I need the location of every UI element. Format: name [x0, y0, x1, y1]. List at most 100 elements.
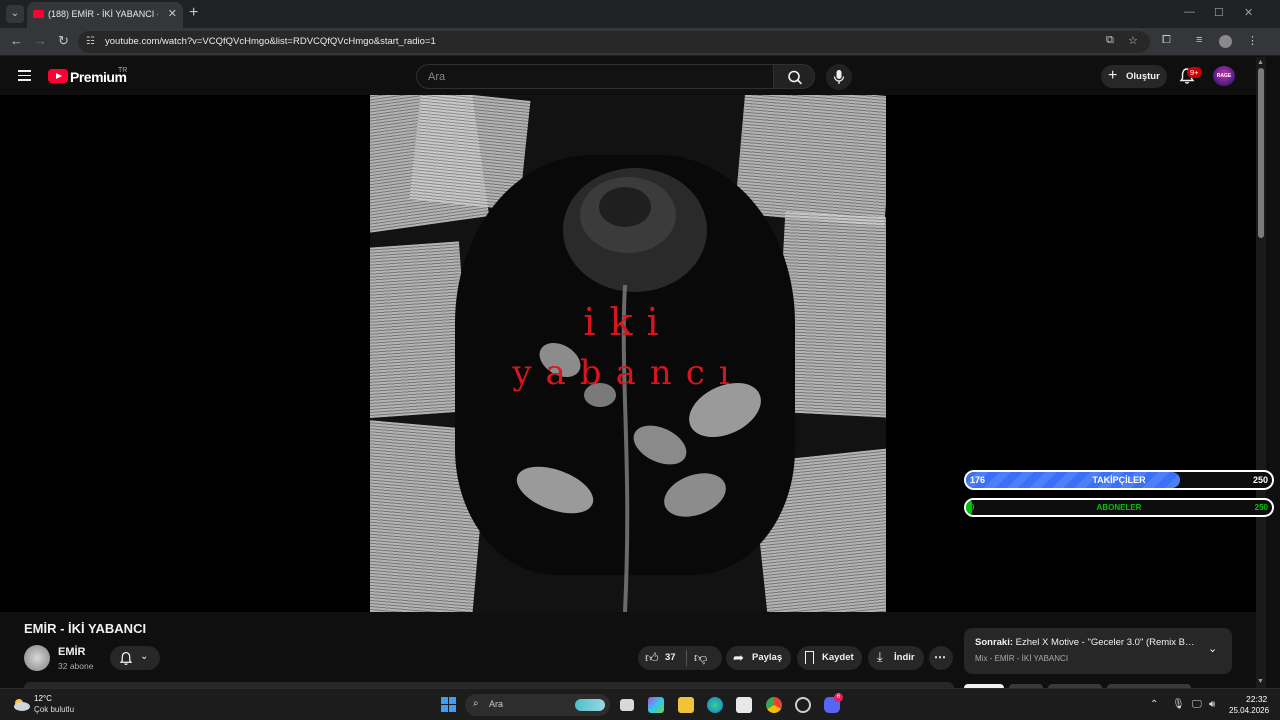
plus-icon: +	[1108, 67, 1118, 84]
channel-subscriber-count: 32 abone	[58, 661, 94, 671]
more-actions-button[interactable]: ⋯	[929, 646, 953, 670]
search-icon: ⌕	[473, 698, 479, 709]
scroll-down-arrow-icon[interactable]: ▼	[1257, 678, 1264, 685]
subscribers-goal-bar: 0 ABONELER 250	[964, 498, 1274, 517]
clock-date[interactable]: 25.04.2026	[1229, 706, 1269, 715]
artwork-title-line1: iki	[583, 300, 673, 344]
followers-goal: 250	[1252, 475, 1268, 485]
edge-browser-icon[interactable]	[707, 697, 723, 713]
scrollbar-thumb[interactable]	[1258, 68, 1264, 238]
search-icon	[788, 70, 802, 85]
task-view-icon[interactable]	[620, 699, 634, 711]
more-horizontal-icon: ⋯	[934, 650, 946, 664]
new-tab-button[interactable]: +	[189, 4, 198, 22]
microphone-icon	[833, 70, 845, 84]
file-explorer-icon[interactable]	[678, 697, 694, 713]
chevron-down-icon: ⌄	[140, 651, 149, 662]
country-code: TR	[118, 67, 128, 74]
windows-start-icon[interactable]	[441, 697, 456, 712]
video-title: EMİR - İKİ YABANCI	[24, 621, 147, 636]
dislike-icon[interactable]: 👎︎	[694, 650, 707, 666]
subscription-bell-button[interactable]: ⌄	[110, 646, 160, 670]
search-button[interactable]	[773, 64, 815, 89]
video-artwork[interactable]: iki yabancı	[370, 95, 886, 612]
microsoft-store-icon[interactable]	[736, 697, 752, 713]
up-next-card[interactable]: Sonraki: Ezhel X Motive - "Geceler 3.0" …	[964, 628, 1232, 674]
save-button[interactable]: Kaydet	[797, 646, 862, 670]
tab-search-button[interactable]: ⌄	[6, 5, 24, 23]
download-icon: ⤓	[877, 649, 883, 664]
like-icon[interactable]: 👍︎	[645, 650, 659, 666]
youtube-favicon-icon	[33, 10, 44, 18]
tab-title: (188) EMİR - İKİ YABANCI - YouTube	[48, 9, 158, 19]
site-info-icon[interactable]: ☷	[86, 36, 98, 48]
tray-volume-icon[interactable]: 🔊︎	[1209, 699, 1215, 710]
bookmark-icon	[805, 651, 814, 664]
scroll-up-arrow-icon[interactable]: ▲	[1257, 59, 1264, 66]
up-next-video-title: Ezhel X Motive - "Geceler 3.0" (Remix By…	[1013, 637, 1197, 648]
bell-icon	[119, 652, 133, 665]
weather-description[interactable]: Çok bulutlu	[34, 705, 74, 714]
menu-icon[interactable]	[18, 70, 31, 81]
share-icon: ➦	[733, 650, 744, 665]
tray-network-icon[interactable]: 🖵	[1192, 699, 1202, 710]
url-text[interactable]: youtube.com/watch?v=VCQfQVcHmgo&list=RDV…	[105, 36, 436, 47]
minimize-icon[interactable]: —	[1184, 6, 1195, 18]
cast-icon[interactable]: ⧉	[1106, 34, 1114, 47]
browser-tab[interactable]: (188) EMİR - İKİ YABANCI - YouTube ✕	[27, 2, 183, 28]
share-button[interactable]: ➦ Paylaş	[726, 646, 791, 670]
subscribers-label: ABONELER	[1096, 503, 1142, 512]
tray-microphone-icon[interactable]: 🎙︎	[1172, 699, 1185, 710]
tab-close-icon[interactable]: ✕	[168, 7, 177, 20]
up-next-prefix: Sonraki:	[975, 637, 1014, 648]
channel-avatar[interactable]	[24, 645, 50, 671]
download-button[interactable]: ⤓ İndir	[868, 646, 924, 670]
youtube-logo-icon[interactable]	[48, 69, 68, 83]
youtube-header: Premium TR Ara + Oluştur 9+ RAGE	[0, 57, 1256, 95]
create-label: Oluştur	[1126, 71, 1160, 82]
cloudy-weather-icon[interactable]	[11, 696, 31, 712]
media-control-icon[interactable]: ≡	[1196, 34, 1202, 46]
subscribers-goal: 250	[1254, 503, 1268, 512]
back-icon[interactable]: ←	[10, 33, 23, 48]
extensions-icon[interactable]: ⧠	[1162, 34, 1171, 47]
account-avatar[interactable]: RAGE	[1213, 66, 1235, 86]
browser-tab-strip: ⌄ (188) EMİR - İKİ YABANCI - YouTube ✕ +…	[0, 0, 1280, 28]
profile-avatar[interactable]	[1219, 35, 1232, 48]
windows-taskbar: 12°C Çok bulutlu ⌕ Ara 6 ⌃ 🎙︎ 🖵 🔊︎ 22:32…	[0, 688, 1280, 720]
m365-copilot-icon[interactable]	[648, 697, 664, 713]
followers-label: TAKİPÇİLER	[1092, 475, 1146, 485]
up-next-subtitle: Mix - EMİR - İKİ YABANCI	[975, 654, 1069, 663]
like-dislike-button-group: 👍︎ 37 👎︎	[638, 646, 722, 670]
like-count[interactable]: 37	[665, 652, 676, 663]
forward-icon[interactable]: →	[34, 33, 47, 48]
app-icon[interactable]	[795, 697, 811, 713]
search-input[interactable]: Ara	[416, 64, 774, 89]
create-button[interactable]: + Oluştur	[1101, 65, 1167, 88]
notification-badge: 9+	[1187, 67, 1202, 78]
browser-menu-icon[interactable]: ⋮	[1247, 34, 1258, 47]
taskbar-search-input[interactable]: ⌕ Ara	[465, 694, 610, 716]
search-highlight-icon	[575, 699, 605, 711]
chrome-icon[interactable]	[766, 697, 782, 713]
channel-name[interactable]: EMİR	[58, 646, 86, 658]
save-label: Kaydet	[822, 652, 854, 663]
voice-search-button[interactable]	[826, 64, 852, 90]
maximize-icon[interactable]: ☐	[1214, 6, 1224, 19]
reload-icon[interactable]: ↻	[58, 33, 69, 49]
like-divider	[686, 650, 687, 666]
discord-badge: 6	[834, 693, 843, 702]
address-bar[interactable]: ☷ youtube.com/watch?v=VCQfQVcHmgo&list=R…	[78, 31, 1150, 53]
up-next-title: Sonraki: Ezhel X Motive - "Geceler 3.0" …	[975, 637, 1197, 648]
bookmark-star-icon[interactable]: ☆	[1128, 34, 1138, 47]
search-placeholder: Ara	[428, 71, 446, 83]
tray-overflow-chevron-icon[interactable]: ⌃	[1150, 699, 1158, 710]
chevron-down-icon[interactable]: ⌄	[1208, 642, 1217, 655]
artwork-title-line2: yabancı	[512, 353, 744, 393]
window-close-icon[interactable]: ✕	[1244, 6, 1253, 19]
taskbar-search-placeholder: Ara	[489, 699, 504, 709]
browser-toolbar: ← → ↻ ☷ youtube.com/watch?v=VCQfQVcHmgo&…	[0, 28, 1280, 56]
clock-time[interactable]: 22:32	[1246, 694, 1267, 704]
weather-temperature[interactable]: 12°C	[34, 694, 52, 703]
share-label: Paylaş	[752, 652, 783, 663]
